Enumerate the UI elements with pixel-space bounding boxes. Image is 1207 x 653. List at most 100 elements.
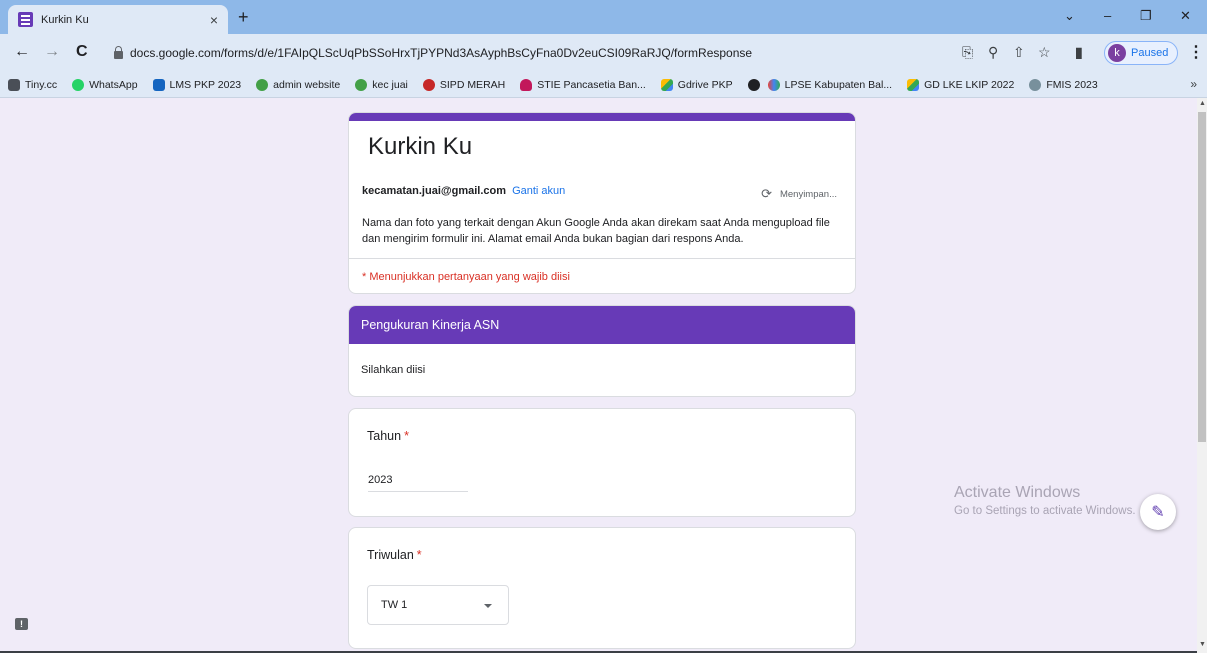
browser-menu-button[interactable]: ⋮ <box>1188 42 1204 62</box>
bookmark-label: WhatsApp <box>89 78 138 91</box>
saving-label: Menyimpan... <box>779 188 837 200</box>
activate-windows-watermark: Activate Windows Go to Settings to activ… <box>954 484 1136 517</box>
bookmark-gdrive-pkp[interactable]: Gdrive PKP <box>660 78 733 91</box>
bookmark-lpse[interactable]: LPSE Kabupaten Bal... <box>767 78 893 91</box>
browser-tab[interactable]: Kurkin Ku × <box>8 5 228 34</box>
admin-website-icon <box>256 78 269 91</box>
bookmark-whatsapp[interactable]: WhatsApp <box>72 78 138 91</box>
edit-pencil-icon[interactable]: ✎ <box>1140 494 1176 530</box>
avatar: k <box>1108 44 1126 62</box>
google-drive-icon <box>660 78 673 91</box>
divider <box>349 258 855 259</box>
triwulan-dropdown[interactable]: TW 1 <box>367 585 509 625</box>
form-title: Kurkin Ku <box>368 133 473 160</box>
required-note: * Menunjukkan pertanyaan yang wajib diis… <box>362 271 570 283</box>
globe-icon <box>747 78 760 91</box>
bookmark-label: STIE Pancasetia Ban... <box>537 78 646 91</box>
profile-status: Paused <box>1131 47 1169 59</box>
lms-icon <box>152 78 165 91</box>
sync-icon: ⟳ <box>761 186 772 201</box>
bookmark-unnamed[interactable] <box>747 78 760 91</box>
bookmark-lms-pkp[interactable]: LMS PKP 2023 <box>152 78 242 91</box>
bookmark-label: LMS PKP 2023 <box>169 78 242 91</box>
bookmarks-bar: Tiny.cc WhatsApp LMS PKP 2023 admin webs… <box>0 72 1207 98</box>
question-label-text: Tahun <box>367 429 402 443</box>
fmis-icon <box>1029 78 1042 91</box>
lpse-icon <box>767 78 780 91</box>
bookmark-tinycc[interactable]: Tiny.cc <box>8 78 58 91</box>
profile-button[interactable]: k Paused <box>1104 41 1178 65</box>
sipd-icon <box>422 78 435 91</box>
dropdown-arrow-icon <box>484 604 492 608</box>
share-icon[interactable]: ⇧ <box>1013 44 1025 61</box>
more-bookmarks-button[interactable]: » <box>1190 77 1197 91</box>
required-mark: * <box>416 548 422 562</box>
scroll-up-icon[interactable]: ▲ <box>1199 100 1206 107</box>
switch-account-link[interactable]: Ganti akun <box>512 185 565 197</box>
bookmark-label: Gdrive PKP <box>677 78 733 91</box>
bookmark-label: kec juai <box>372 78 408 91</box>
question-label-text: Triwulan <box>367 548 414 562</box>
feedback-icon[interactable]: ! <box>15 618 28 630</box>
bookmark-label: FMIS 2023 <box>1046 78 1098 91</box>
browser-toolbar: ← → C docs.google.com/forms/d/e/1FAIpQLS… <box>0 34 1207 72</box>
bookmark-kec-juai[interactable]: kec juai <box>355 78 408 91</box>
tab-search-icon[interactable]: ⌄ <box>1064 8 1075 24</box>
url-text[interactable]: docs.google.com/forms/d/e/1FAIpQLScUqPbS… <box>130 46 752 60</box>
sidepanel-icon[interactable]: ▮ <box>1075 44 1083 61</box>
close-window-button[interactable]: ✕ <box>1180 8 1191 24</box>
watermark-title: Activate Windows <box>954 484 1081 501</box>
tinycc-icon <box>8 78 20 91</box>
address-bar[interactable]: docs.google.com/forms/d/e/1FAIpQLScUqPbS… <box>104 39 944 67</box>
privacy-notice: Nama dan foto yang terkait dengan Akun G… <box>362 217 830 245</box>
question-triwulan: Triwulan * TW 1 <box>348 527 856 649</box>
section-description: Silahkan diisi <box>361 364 426 376</box>
tab-strip: Kurkin Ku × + ⌄ – ❐ ✕ <box>0 0 1207 34</box>
tahun-input[interactable]: 2023 <box>368 474 468 492</box>
restore-button[interactable]: ❐ <box>1140 8 1152 24</box>
zoom-icon[interactable]: ⚲ <box>988 44 998 61</box>
bookmark-admin-website[interactable]: admin website <box>256 78 341 91</box>
page-content: Kurkin Ku kecamatan.juai@gmail.com Ganti… <box>0 98 1197 653</box>
bookmark-label: LPSE Kabupaten Bal... <box>784 78 893 91</box>
google-forms-favicon-icon <box>18 12 33 27</box>
scrollbar-thumb[interactable] <box>1198 112 1206 442</box>
required-mark: * <box>404 429 409 443</box>
scroll-down-icon[interactable]: ▼ <box>1199 641 1206 648</box>
question-label: Triwulan * <box>367 548 837 562</box>
bookmark-fmis[interactable]: FMIS 2023 <box>1029 78 1098 91</box>
bookmark-label: admin website <box>273 78 341 91</box>
bookmark-label: Tiny.cc <box>25 78 58 91</box>
tab-title: Kurkin Ku <box>41 13 89 26</box>
star-icon[interactable]: ☆ <box>1038 44 1051 61</box>
accent-strip <box>349 113 855 121</box>
form-header-card: Kurkin Ku kecamatan.juai@gmail.com Ganti… <box>348 112 856 294</box>
back-button[interactable]: ← <box>14 43 30 61</box>
section-card: Pengukuran Kinerja ASN Silahkan diisi <box>348 305 856 397</box>
kec-juai-icon <box>355 78 368 91</box>
dropdown-selected-value: TW 1 <box>381 599 408 611</box>
account-row: kecamatan.juai@gmail.com Ganti akun <box>362 185 565 197</box>
watermark-subtitle: Go to Settings to activate Windows. <box>954 505 1136 517</box>
translate-icon[interactable]: ⎘ <box>962 44 973 61</box>
lock-icon[interactable] <box>114 46 123 59</box>
account-email: kecamatan.juai@gmail.com <box>362 185 507 197</box>
bookmark-sipd-merah[interactable]: SIPD MERAH <box>422 78 506 91</box>
bookmark-label: SIPD MERAH <box>439 78 506 91</box>
question-label: Tahun * <box>367 429 837 443</box>
google-drive-icon <box>907 78 920 91</box>
new-tab-button[interactable]: + <box>238 7 249 28</box>
stie-icon <box>520 78 533 91</box>
bookmark-label: GD LKE LKIP 2022 <box>924 78 1015 91</box>
bookmark-stie[interactable]: STIE Pancasetia Ban... <box>520 78 646 91</box>
reload-button[interactable]: C <box>76 43 88 61</box>
close-tab-icon[interactable]: × <box>210 12 218 28</box>
minimize-button[interactable]: – <box>1104 8 1111 23</box>
section-title: Pengukuran Kinerja ASN <box>349 306 855 344</box>
question-tahun: Tahun * 2023 <box>348 408 856 517</box>
forward-button[interactable]: → <box>44 43 60 61</box>
whatsapp-icon <box>72 78 85 91</box>
bookmark-gd-lke-lkip[interactable]: GD LKE LKIP 2022 <box>907 78 1015 91</box>
page-scrollbar[interactable]: ▲ ▼ <box>1197 98 1207 653</box>
saving-status: ⟳ Menyimpan... <box>761 186 837 202</box>
